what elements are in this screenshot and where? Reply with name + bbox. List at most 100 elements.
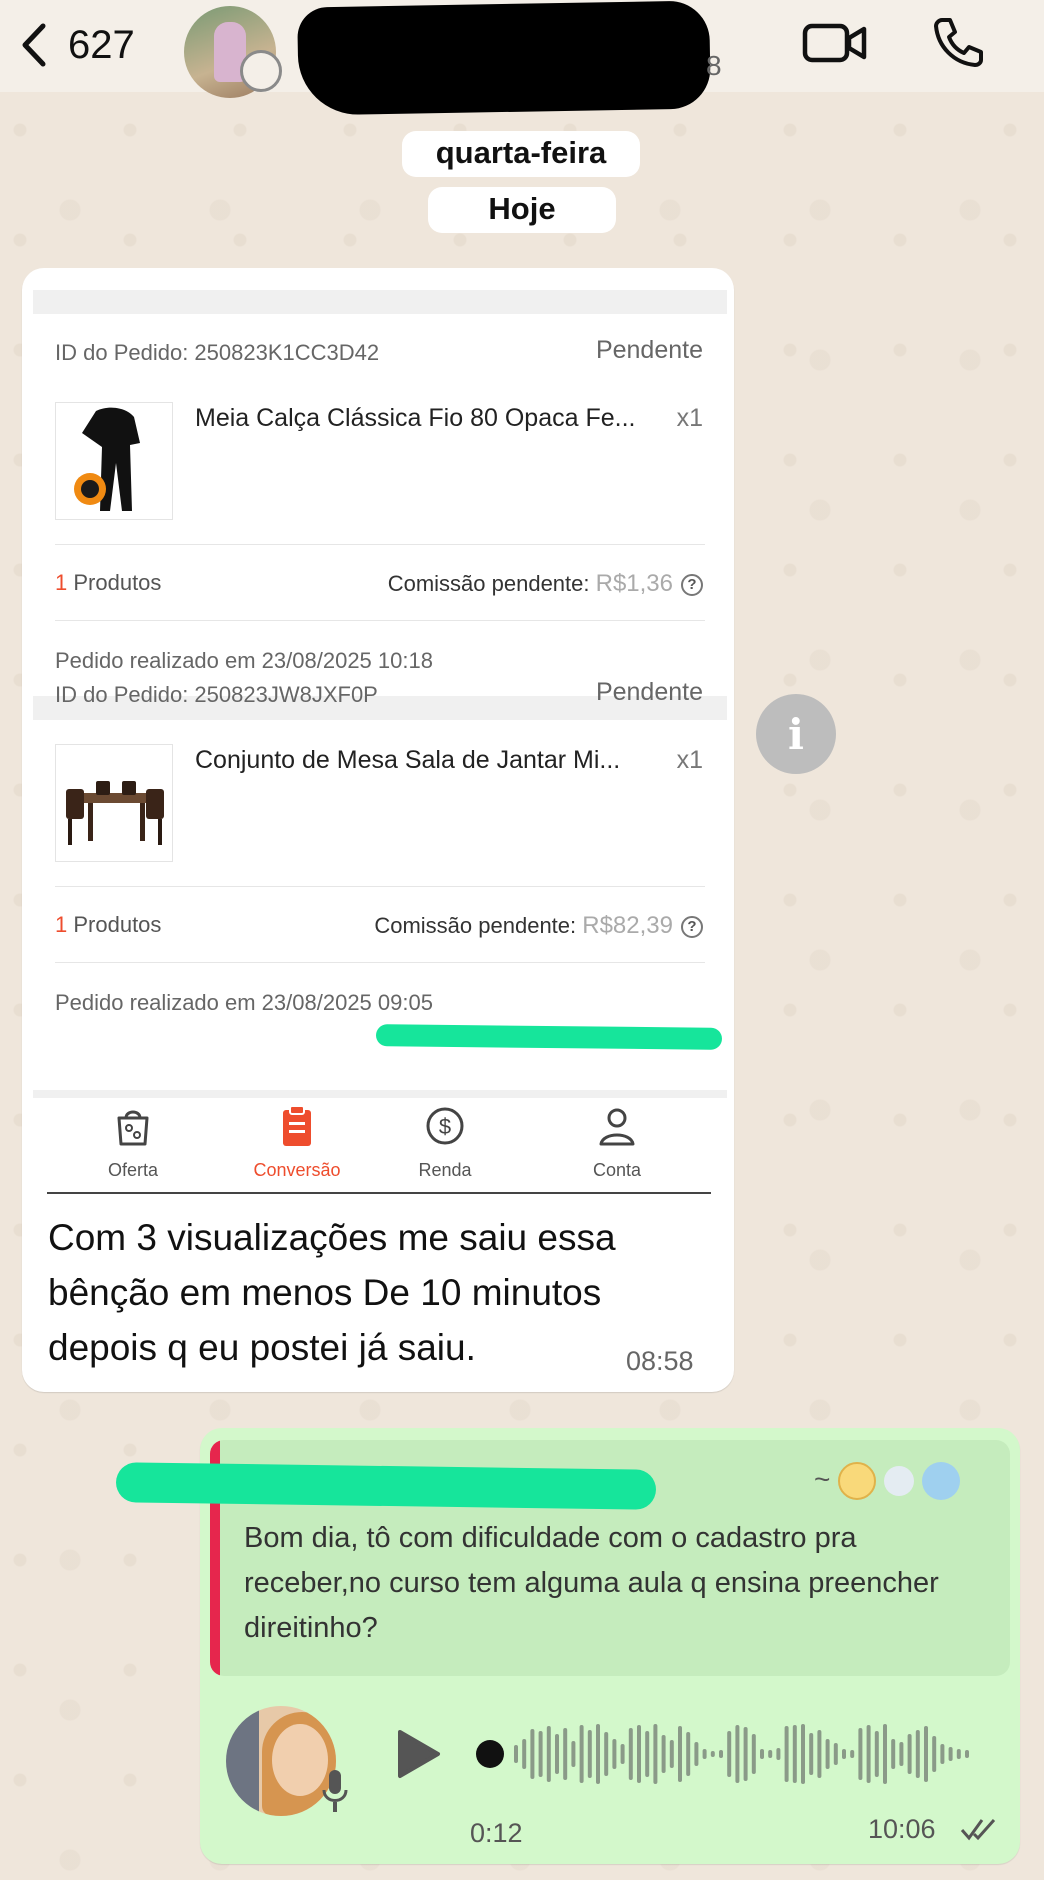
waveform-bar [751, 1734, 756, 1774]
dollar-circle-icon: $ [426, 1107, 464, 1145]
waveform-bar [719, 1750, 723, 1758]
waveform-bar [555, 1734, 559, 1774]
waveform-bar [948, 1747, 953, 1761]
phone-icon [934, 18, 983, 67]
help-circle-icon[interactable]: ? [681, 574, 703, 597]
waveform-bar [686, 1732, 691, 1776]
redacted-contact-name[interactable] [297, 0, 711, 116]
waveform-bar [965, 1750, 969, 1758]
dash-emoji-icon [921, 1462, 960, 1500]
voice-call-button[interactable] [930, 14, 986, 70]
nav-label: Conversão [253, 1160, 341, 1180]
waveform-bar [563, 1728, 568, 1780]
person-icon [599, 1108, 635, 1146]
nav-item-renda[interactable]: $ Renda [385, 1098, 505, 1194]
waveform-bar [637, 1725, 641, 1783]
waveform-bar [530, 1729, 535, 1779]
waveform-bar [932, 1736, 937, 1772]
video-camera-icon [802, 23, 867, 63]
waveform-bar [883, 1724, 887, 1784]
waveform-bar [710, 1751, 715, 1757]
commission-value: R$82,39 [582, 912, 673, 939]
product-quantity: x1 [676, 746, 703, 774]
waveform-bar [735, 1725, 740, 1783]
pending-commission: Comissão pendente: R$1,36? [388, 570, 703, 598]
nav-label: Oferta [107, 1160, 159, 1180]
offer-bag-icon [117, 1110, 149, 1146]
voice-sender-avatar [226, 1706, 336, 1816]
product-thumbnail [55, 402, 173, 520]
pending-commission: Comissão pendente: R$82,39? [374, 912, 703, 940]
waveform-bar [924, 1726, 928, 1782]
waveform-bar [727, 1731, 732, 1777]
order-date: Pedido realizado em 23/08/2025 09:05 [55, 990, 433, 1015]
waveform-bar [669, 1740, 674, 1768]
waveform-bar [596, 1724, 600, 1784]
waveform-bar [702, 1749, 707, 1759]
unread-count[interactable]: 627 [68, 20, 135, 70]
waveform-bar [792, 1725, 797, 1783]
nav-item-oferta[interactable]: Oferta [73, 1098, 193, 1194]
chevron-left-icon [22, 23, 46, 67]
product-thumbnail [55, 744, 173, 862]
help-circle-icon[interactable]: ? [681, 916, 703, 939]
nav-item-conta[interactable]: Conta [557, 1098, 677, 1194]
order-card: ID do Pedido: 250823K1CC3D42 Pendente Me… [33, 290, 727, 673]
chat-header: 627 8 [0, 0, 1044, 116]
voice-duration: 0:12 [470, 1818, 523, 1848]
waveform-bar [587, 1730, 592, 1778]
nav-label: Renda [418, 1160, 472, 1180]
play-button[interactable] [394, 1726, 444, 1782]
waveform-bar [817, 1730, 822, 1778]
nav-label: Conta [592, 1160, 642, 1180]
waveform-bar [915, 1730, 920, 1778]
video-call-button[interactable] [800, 18, 870, 68]
quoted-author: ~ [814, 1462, 960, 1500]
waveform-bar [694, 1742, 699, 1766]
order-card: ID do Pedido: 250823JW8JXF0P Pendente Co… [33, 632, 727, 1015]
waveform-bar [801, 1724, 805, 1784]
play-icon [398, 1730, 440, 1778]
face-emoji-icon [838, 1462, 877, 1500]
waveform-bar [645, 1731, 650, 1777]
app-bottom-nav: Oferta Conversão $ Renda Conta [47, 1098, 711, 1194]
waveform-bar [768, 1750, 773, 1758]
waveform-bar [899, 1742, 904, 1766]
voice-message-time: 10:06 [868, 1814, 936, 1844]
waveform-bar [522, 1739, 527, 1769]
green-highlight-stroke [115, 1462, 657, 1510]
waveform-bar [514, 1745, 518, 1763]
waveform-bar [866, 1725, 871, 1783]
waveform-bar [546, 1726, 551, 1782]
quoted-text: Bom dia, tô com dificuldade com o cadast… [244, 1522, 939, 1644]
waveform-bar [850, 1750, 855, 1758]
waveform-bar [604, 1732, 609, 1776]
date-chip-weekday: quarta-feira [402, 131, 640, 177]
product-quantity: x1 [676, 404, 703, 432]
waveform-bar [907, 1734, 912, 1774]
commission-value: R$1,36 [595, 570, 673, 597]
divider [55, 886, 705, 887]
waveform-bar [940, 1744, 945, 1764]
svg-text:$: $ [439, 1114, 451, 1139]
attached-screenshot[interactable]: ID do Pedido: 250823K1CC3D42 Pendente Me… [33, 290, 727, 1198]
product-count: 1 Produtos [55, 570, 162, 595]
waveform-bar [891, 1739, 896, 1769]
divider [55, 962, 705, 963]
status-ring-icon [240, 50, 282, 92]
waveform-bar [571, 1741, 576, 1767]
waveform-bar [825, 1739, 830, 1769]
playhead-dot[interactable] [476, 1740, 504, 1768]
back-button[interactable] [14, 20, 54, 70]
waveform-bar [612, 1739, 617, 1769]
info-icon[interactable]: i [756, 694, 836, 774]
incoming-message-time: 08:58 [626, 1346, 694, 1376]
waveform-bar [858, 1728, 863, 1780]
waveform-bar [653, 1724, 658, 1784]
nav-item-conversao[interactable]: Conversão [237, 1098, 357, 1194]
waveform-bar [874, 1731, 879, 1777]
waveform-bar [776, 1748, 781, 1760]
product-name: Meia Calça Clássica Fio 80 Opaca Fe... [195, 404, 636, 432]
audio-waveform[interactable] [470, 1716, 990, 1792]
waveform-bar [842, 1749, 846, 1759]
